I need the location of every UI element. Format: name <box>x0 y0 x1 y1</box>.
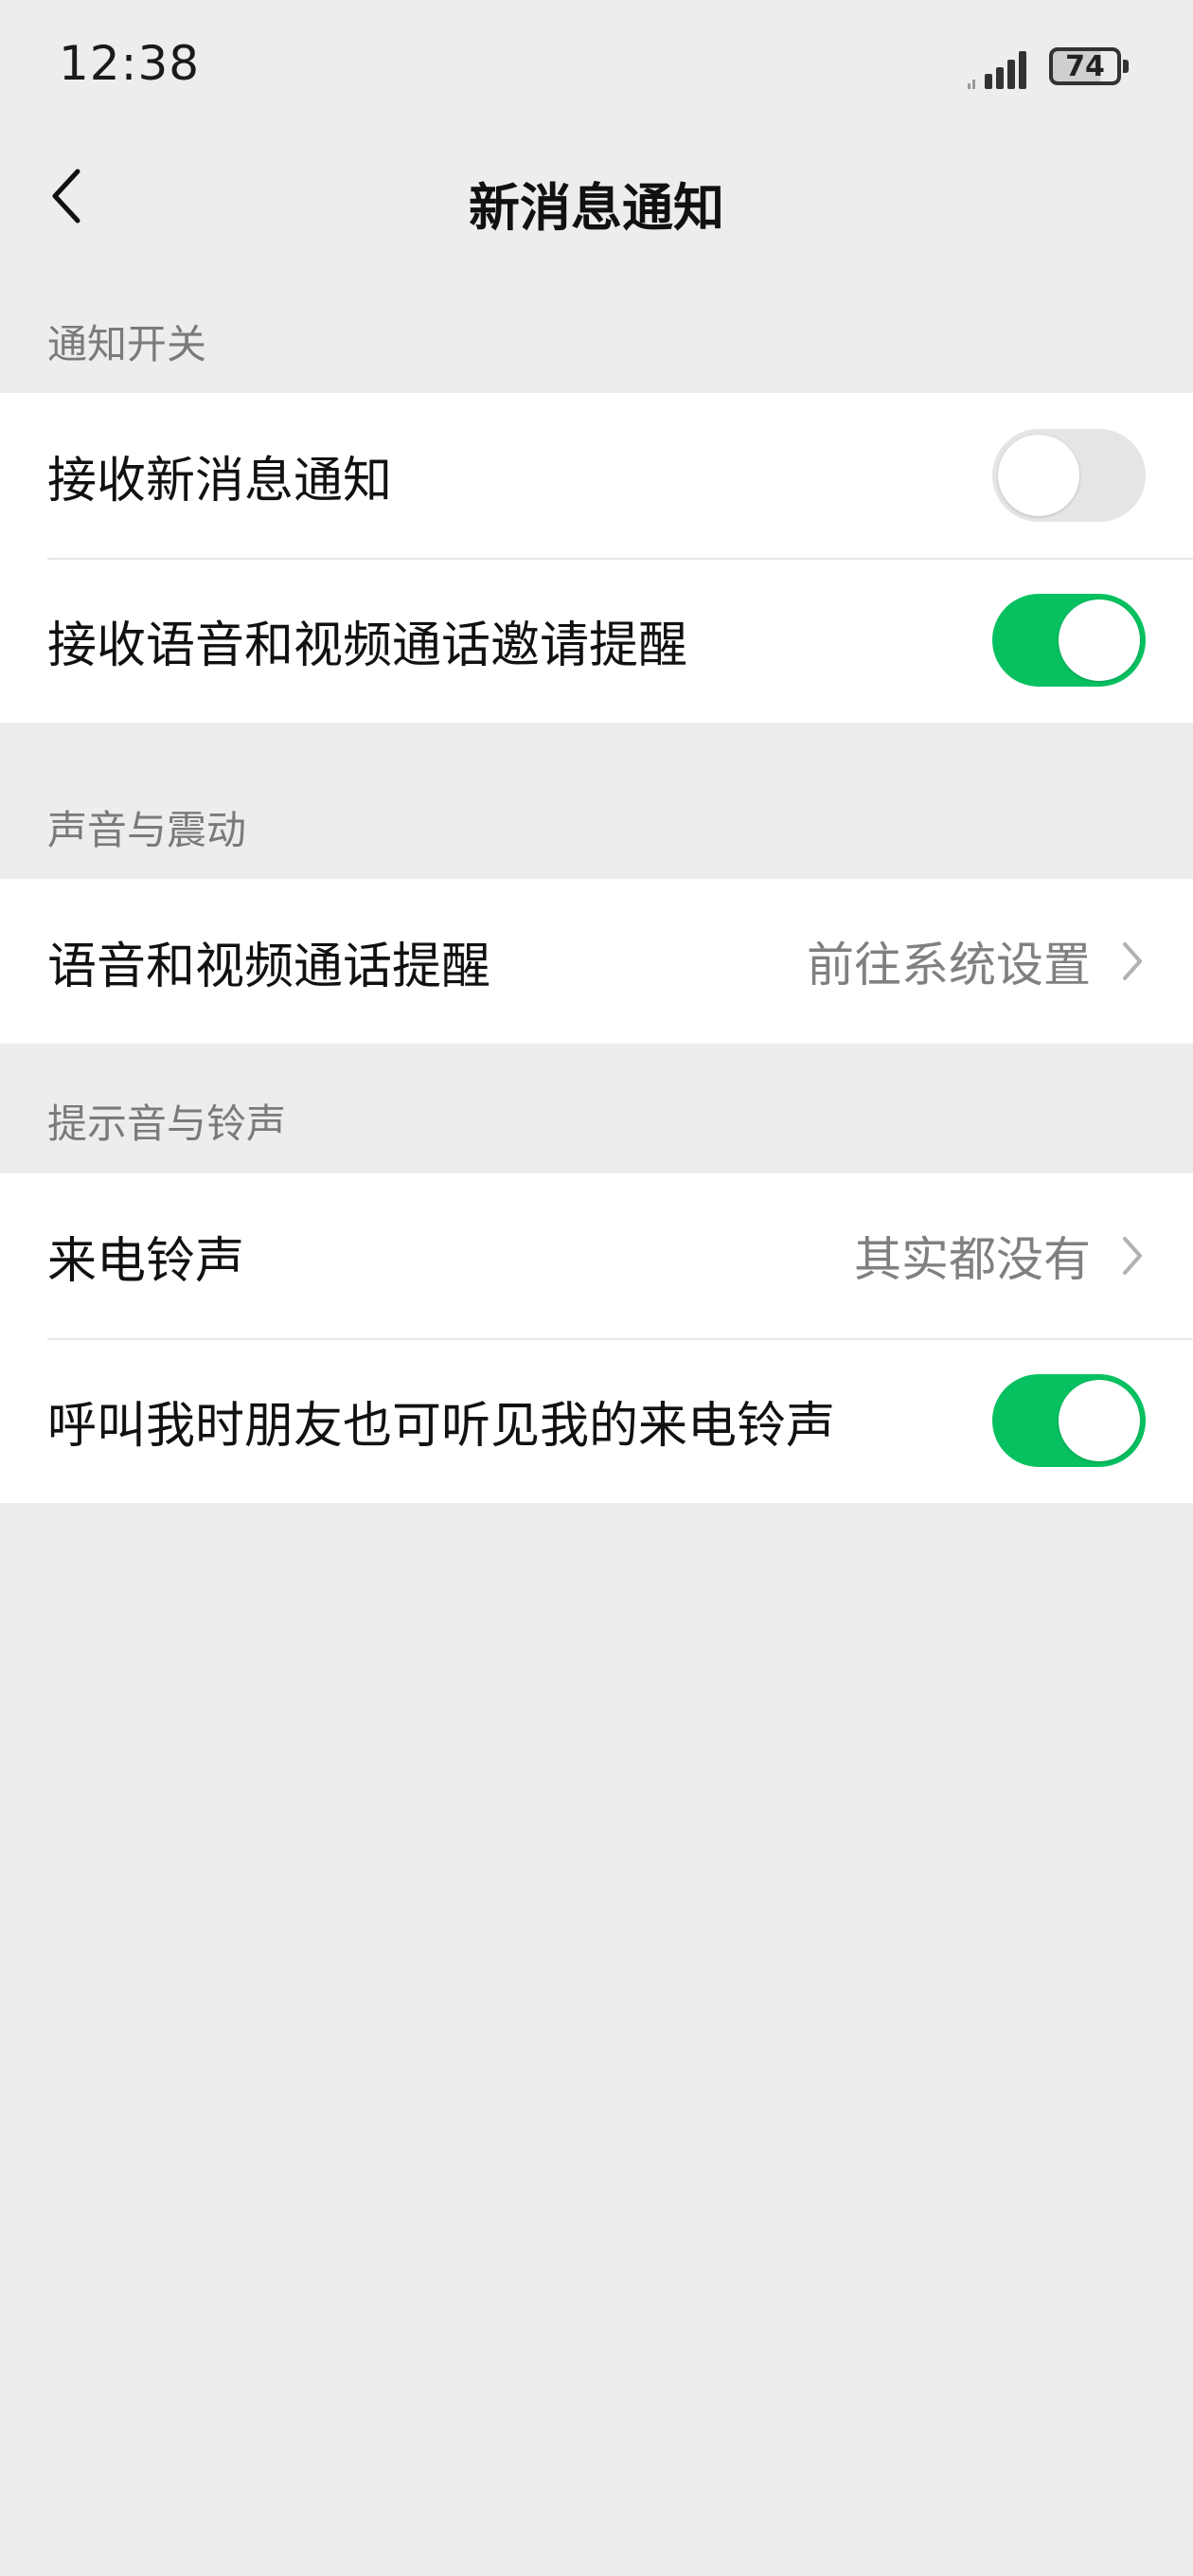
battery-level: 74 <box>1049 47 1121 85</box>
row-call-reminder[interactable]: 语音和视频通话提醒 前往系统设置 <box>0 879 1193 1044</box>
row-right: 前往系统设置 <box>807 927 1146 995</box>
section-header-notification-switch: 通知开关 <box>47 321 207 367</box>
row-label: 来电铃声 <box>47 1232 245 1290</box>
nav-bar: 新消息通知 <box>0 137 1193 256</box>
status-time: 12:38 <box>59 36 201 91</box>
toggle-knob <box>998 435 1079 516</box>
section-header-sound-vibration: 声音与震动 <box>47 807 247 853</box>
row-receive-call-invite: 接收语音和视频通话邀请提醒 <box>0 558 1193 723</box>
group-tone-ringtone: 来电铃声 其实都没有 呼叫我时朋友也可听见我的来电铃声 <box>0 1173 1193 1503</box>
group-sound-vibration: 语音和视频通话提醒 前往系统设置 <box>0 879 1193 1044</box>
row-label: 接收语音和视频通话邀请提醒 <box>47 617 688 674</box>
row-right: 其实都没有 <box>854 1222 1146 1290</box>
row-label: 语音和视频通话提醒 <box>47 938 491 995</box>
chevron-right-icon <box>1123 1237 1142 1275</box>
toggle-knob <box>1059 599 1140 681</box>
toggle-knob <box>1059 1380 1140 1461</box>
chevron-right-icon <box>1123 942 1142 980</box>
row-value: 其实都没有 <box>854 1232 1091 1287</box>
row-friends-hear-ringtone: 呼叫我时朋友也可听见我的来电铃声 <box>0 1338 1193 1503</box>
receive-new-message-toggle[interactable] <box>992 429 1146 522</box>
page-title: 新消息通知 <box>469 178 724 238</box>
row-value: 前往系统设置 <box>807 938 1091 993</box>
settings-screen: 12:38 74 新消息通知 通知开关 接收新消息通知 接收语音和视频通话邀请提… <box>0 0 1193 2576</box>
friends-hear-ringtone-toggle[interactable] <box>992 1374 1146 1467</box>
group-notification-switch: 接收新消息通知 接收语音和视频通话邀请提醒 <box>0 393 1193 723</box>
battery-cap <box>1123 60 1129 73</box>
row-receive-new-message: 接收新消息通知 <box>0 393 1193 558</box>
row-ringtone[interactable]: 来电铃声 其实都没有 <box>0 1173 1193 1338</box>
status-bar: 12:38 74 <box>0 0 1193 137</box>
receive-call-invite-toggle[interactable] <box>992 594 1146 687</box>
row-label: 呼叫我时朋友也可听见我的来电铃声 <box>47 1397 836 1455</box>
signal-icon <box>968 51 1026 89</box>
row-label: 接收新消息通知 <box>47 452 393 510</box>
section-header-tone-ringtone: 提示音与铃声 <box>47 1100 287 1147</box>
battery-icon: 74 <box>1049 47 1132 89</box>
